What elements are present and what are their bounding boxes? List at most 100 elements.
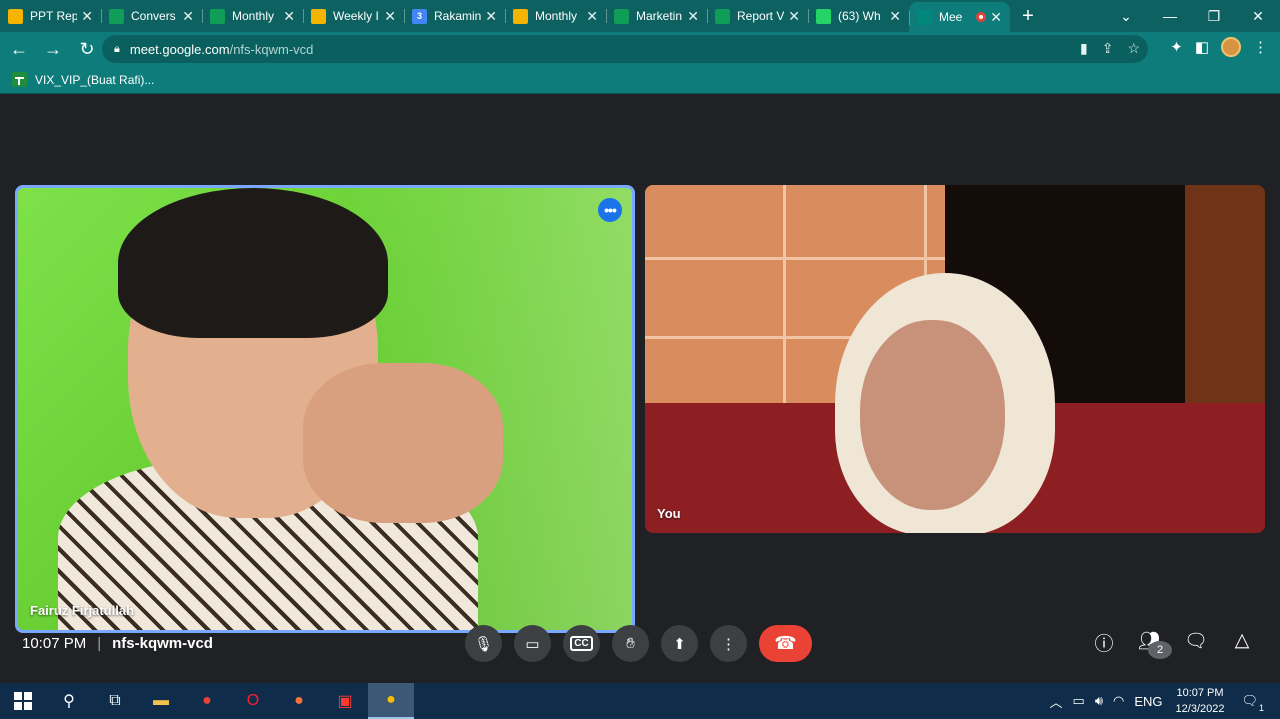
close-tab-icon[interactable]: ✕ bbox=[788, 8, 800, 25]
back-button[interactable]: ← bbox=[4, 34, 34, 64]
share-icon[interactable]: ⇪ bbox=[1102, 40, 1114, 57]
people-icon[interactable]: 👥︎ 2 bbox=[1138, 629, 1172, 671]
browser-tab[interactable]: Monthly ✕ bbox=[505, 0, 606, 32]
windows-logo-icon bbox=[14, 692, 32, 710]
camera-icon: ▭ bbox=[525, 635, 540, 653]
browser-tab[interactable]: 3 Rakamin ✕ bbox=[404, 0, 505, 32]
notification-count: 1 bbox=[1258, 703, 1264, 713]
chrome-icon[interactable]: ● bbox=[184, 683, 230, 719]
close-tab-icon[interactable]: ✕ bbox=[81, 8, 93, 25]
hang-up-icon: ☎︎ bbox=[774, 633, 797, 653]
more-options-button[interactable]: ⋮ bbox=[710, 625, 747, 662]
participant-tile-you[interactable]: You bbox=[645, 185, 1265, 533]
meet-stage: ••• Fairuz Firjatullah You 10:07 PM | nf… bbox=[0, 95, 1280, 683]
video-person-hands bbox=[303, 363, 503, 523]
meeting-code: nfs-kqwm-vcd bbox=[112, 635, 213, 652]
leave-call-button[interactable]: ☎︎ bbox=[759, 625, 812, 662]
close-tab-icon[interactable]: ✕ bbox=[182, 8, 194, 25]
browser-tab[interactable]: PPT Rep ✕ bbox=[0, 0, 101, 32]
camera-permission-icon[interactable]: ▮ bbox=[1080, 40, 1088, 57]
tab-title: Convers bbox=[131, 9, 176, 23]
sheets-icon bbox=[715, 8, 730, 24]
tabs-container: PPT Rep ✕ Convers ✕ Monthly ✕ Weekly I ✕ 3 Rakami… bbox=[0, 0, 1010, 32]
notification-icon[interactable]: 🗨︎ 1 bbox=[1241, 693, 1264, 713]
minimize-button[interactable]: — bbox=[1148, 8, 1192, 24]
browser-tab[interactable]: Weekly I ✕ bbox=[303, 0, 404, 32]
browser-tab[interactable]: Monthly ✕ bbox=[202, 0, 303, 32]
clock[interactable]: 10:07 PM 12/3/2022 bbox=[1176, 685, 1225, 717]
extensions-icon[interactable]: ✦ bbox=[1170, 38, 1183, 56]
captions-button[interactable]: CC bbox=[563, 625, 600, 662]
profile-avatar[interactable] bbox=[1221, 37, 1241, 57]
sheets-icon bbox=[12, 72, 27, 87]
microphone-button[interactable]: 🎙︎ bbox=[465, 625, 502, 662]
participant-tile-fairuz[interactable]: ••• Fairuz Firjatullah bbox=[15, 185, 635, 633]
task-view-icon[interactable]: ⧉ bbox=[92, 683, 138, 719]
present-button[interactable]: ⬆ bbox=[661, 625, 698, 662]
tab-title: Rakamin bbox=[434, 9, 482, 23]
captions-icon: CC bbox=[570, 636, 593, 651]
url-text: meet.google.com/nfs-kqwm-vcd bbox=[129, 41, 314, 57]
meeting-details-icon[interactable]: ⓘ bbox=[1092, 629, 1116, 671]
close-tab-icon[interactable]: ✕ bbox=[889, 8, 901, 25]
browser-tab[interactable]: (63) Wh ✕ bbox=[808, 0, 909, 32]
tab-title: Mee bbox=[939, 10, 963, 24]
forward-button[interactable]: → bbox=[38, 34, 68, 64]
camera-button[interactable]: ▭ bbox=[514, 625, 551, 662]
firefox-icon[interactable]: ● bbox=[276, 683, 322, 719]
raise-hand-button[interactable]: ✋︎ bbox=[612, 625, 649, 662]
browser-tab[interactable]: Marketin ✕ bbox=[606, 0, 707, 32]
close-tab-icon[interactable]: ✕ bbox=[384, 8, 396, 25]
tab-title: (63) Wh bbox=[838, 9, 881, 23]
sheets-icon bbox=[210, 8, 225, 24]
bookmark-item[interactable]: VIX_VIP_(Buat Rafi)... bbox=[35, 73, 154, 87]
browser-tab[interactable]: Report V ✕ bbox=[707, 0, 808, 32]
tab-search-icon[interactable]: ⌄ bbox=[1104, 8, 1148, 25]
divider: | bbox=[97, 635, 102, 652]
tab-title: Weekly I bbox=[333, 9, 379, 23]
microphone-icon: 🎙︎ bbox=[473, 635, 494, 653]
search-icon[interactable]: ⚲ bbox=[46, 683, 92, 719]
sheets-icon bbox=[614, 8, 629, 24]
opera-icon[interactable]: O bbox=[230, 683, 276, 719]
language-indicator[interactable]: ENG bbox=[1134, 694, 1162, 709]
close-window-button[interactable]: ✕ bbox=[1236, 8, 1280, 25]
close-tab-icon[interactable]: ✕ bbox=[586, 8, 598, 25]
acrobat-icon[interactable]: ▣ bbox=[322, 683, 368, 719]
participant-name: Fairuz Firjatullah bbox=[30, 603, 135, 618]
reload-button[interactable]: ↻ bbox=[72, 34, 102, 64]
more-options-icon[interactable]: ••• bbox=[598, 198, 622, 222]
browser-tab[interactable]: Convers ✕ bbox=[101, 0, 202, 32]
call-controls: 🎙︎ ▭ CC ✋︎ ⬆ ⋮ ☎︎ bbox=[465, 625, 812, 662]
tab-title: Report V bbox=[737, 9, 785, 23]
file-explorer-icon[interactable]: ▬ bbox=[138, 683, 184, 719]
sheets-icon bbox=[109, 8, 124, 24]
activities-icon[interactable]: △ bbox=[1230, 629, 1254, 671]
start-button[interactable] bbox=[0, 683, 46, 719]
clock-time: 10:07 PM bbox=[1176, 687, 1224, 699]
browser-tab[interactable]: Mee ✕ bbox=[909, 2, 1010, 32]
chrome-menu-icon[interactable]: ⋮ bbox=[1253, 38, 1268, 56]
side-panel-icon[interactable]: ◧ bbox=[1195, 38, 1209, 56]
volume-icon[interactable]: 🔊︎ bbox=[1095, 693, 1103, 709]
more-vert-icon: ⋮ bbox=[721, 635, 736, 653]
bookmark-star-icon[interactable]: ☆ bbox=[1127, 40, 1140, 57]
tab-strip: PPT Rep ✕ Convers ✕ Monthly ✕ Weekly I ✕ 3 Rakami… bbox=[0, 0, 1280, 32]
chat-icon[interactable]: 🗨︎ bbox=[1184, 629, 1208, 671]
close-tab-icon[interactable]: ✕ bbox=[485, 8, 497, 25]
meet-icon bbox=[917, 9, 932, 25]
video-door bbox=[1185, 185, 1265, 415]
close-tab-icon[interactable]: ✕ bbox=[283, 8, 295, 25]
close-tab-icon[interactable]: ✕ bbox=[687, 8, 699, 25]
slides-icon bbox=[311, 8, 326, 24]
close-tab-icon[interactable]: ✕ bbox=[990, 9, 1002, 26]
chevron-up-icon[interactable]: ︿ bbox=[1050, 692, 1063, 711]
bookmarks-bar: VIX_VIP_(Buat Rafi)... bbox=[0, 66, 1280, 94]
battery-icon[interactable]: ▭ bbox=[1073, 693, 1085, 709]
maximize-button[interactable]: ❐ bbox=[1192, 8, 1236, 25]
address-bar[interactable]: 🔒︎ meet.google.com/nfs-kqwm-vcd ▮ ⇪ ☆ bbox=[102, 35, 1148, 63]
tab-title: Monthly bbox=[535, 9, 578, 23]
new-tab-button[interactable]: + bbox=[1010, 0, 1046, 32]
chrome-active-icon[interactable]: ● bbox=[368, 683, 414, 719]
wifi-icon[interactable]: ◠ bbox=[1113, 693, 1124, 709]
